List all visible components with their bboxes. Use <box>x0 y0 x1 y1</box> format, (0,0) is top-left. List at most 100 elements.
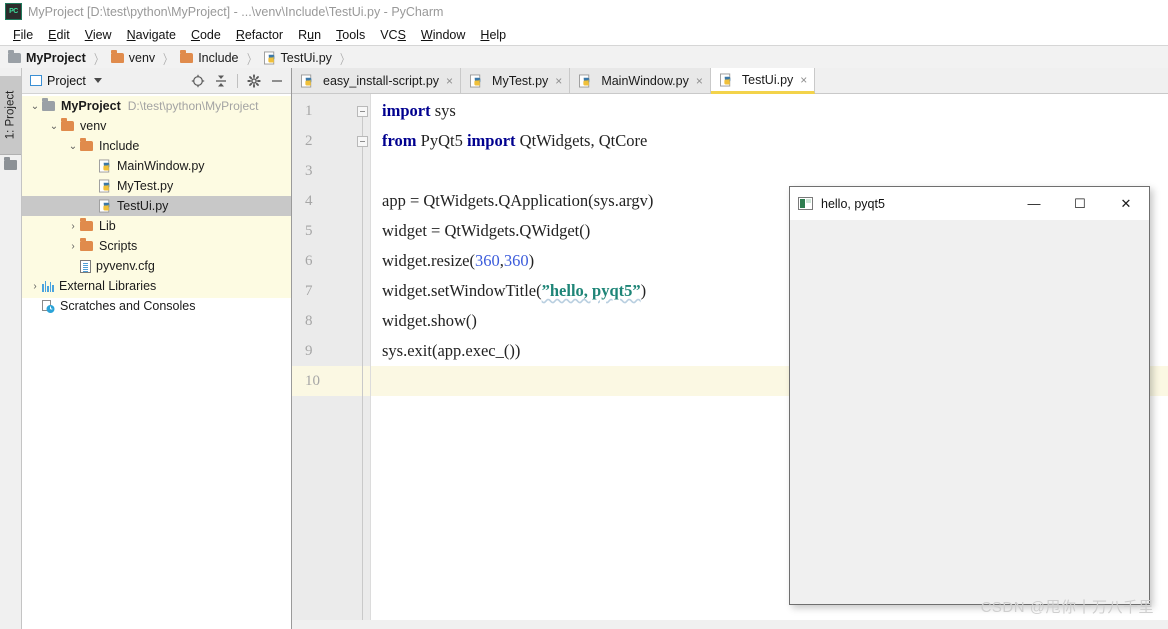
breadcrumb-label: venv <box>128 51 156 65</box>
collapse-glyph <box>216 75 226 86</box>
tree-node-label: venv <box>80 119 107 133</box>
python-file-icon <box>99 179 110 193</box>
folder-gray-icon <box>42 98 55 111</box>
config-file-icon <box>80 259 91 273</box>
breadcrumb-separator: 〉 <box>246 51 256 67</box>
pyqt-window-titlebar[interactable]: hello, pyqt5 — ☐ ✕ <box>790 187 1149 220</box>
project-tree: ⌄ MyProject D:\test\python\MyProject ⌄ venv ⌄… <box>22 94 291 629</box>
close-icon[interactable]: × <box>800 73 807 87</box>
close-icon[interactable]: × <box>446 74 453 88</box>
chevron-down-icon[interactable]: ⌄ <box>66 141 80 152</box>
close-icon[interactable]: × <box>696 74 703 88</box>
code-token: PyQt5 <box>416 131 467 150</box>
editor-tab-label: MainWindow.py <box>601 73 689 88</box>
folder-gray-icon <box>8 50 21 63</box>
code-token: widget.resize( <box>382 251 475 270</box>
tree-node-mytest-py[interactable]: ›MyTest.py <box>22 176 291 196</box>
tree-node-pyvenv-cfg[interactable]: ›pyvenv.cfg <box>22 256 291 276</box>
chevron-down-icon[interactable]: ⌄ <box>28 101 42 112</box>
keyword-token: import <box>382 101 431 120</box>
title-bar: PC MyProject [D:\test\python\MyProject] … <box>0 0 1168 24</box>
folder-orange-icon <box>61 118 74 131</box>
keyword-token: from <box>382 131 417 150</box>
editor-gutter[interactable]: 1 2 3 4 5 6 7 8 9 10 <box>292 94 371 629</box>
editor-tab-mainwindow-py[interactable]: MainWindow.py × <box>570 68 711 93</box>
python-file-icon <box>301 74 312 87</box>
collapse-all-icon[interactable] <box>211 71 231 91</box>
locate-icon[interactable] <box>188 71 208 91</box>
folder-orange-icon <box>80 138 93 151</box>
tree-node-mainwindow-py[interactable]: ›MainWindow.py <box>22 156 291 176</box>
python-file-icon <box>579 74 590 87</box>
tree-node-myproject[interactable]: ⌄ MyProject D:\test\python\MyProject <box>22 96 291 116</box>
breadcrumb-item-venv[interactable]: venv <box>110 50 156 65</box>
maximize-button[interactable]: ☐ <box>1057 187 1103 220</box>
settings-gear-icon[interactable] <box>244 71 264 91</box>
editor-tab-easy_install-script-py[interactable]: easy_install-script.py × <box>292 68 462 93</box>
menu-item-view[interactable]: View <box>78 27 120 43</box>
breadcrumb-item-testui-py[interactable]: TestUi.py <box>263 51 332 65</box>
tree-node-include[interactable]: ⌄ Include <box>22 136 291 156</box>
left-tool-strip: 1: Project <box>0 68 22 629</box>
project-window-icon <box>30 75 42 86</box>
editor-tab-label: easy_install-script.py <box>323 73 440 88</box>
tree-node-label: Scripts <box>99 239 138 253</box>
code-line-1: import sys <box>371 96 1168 126</box>
tree-node-testui-py[interactable]: ›TestUi.py <box>22 196 291 216</box>
menu-item-edit[interactable]: Edit <box>41 27 78 43</box>
code-token: sys.exit(app.exec_()) <box>382 341 521 360</box>
string-token: ”hello, pyqt5” <box>541 281 641 300</box>
menu-item-run[interactable]: Run <box>291 27 329 43</box>
code-token: widget.show() <box>382 311 477 330</box>
menu-item-refactor[interactable]: Refactor <box>229 27 291 43</box>
menu-item-file[interactable]: File <box>6 27 41 43</box>
breadcrumb-separator: 〉 <box>163 51 173 67</box>
horizontal-scrollbar[interactable] <box>292 620 1168 629</box>
menu-item-navigate[interactable]: Navigate <box>120 27 184 43</box>
menu-item-help[interactable]: Help <box>473 27 514 43</box>
breadcrumb-item-myproject[interactable]: MyProject <box>8 50 86 65</box>
chevron-down-icon[interactable]: ⌄ <box>47 121 61 132</box>
tree-node-label: Lib <box>99 219 116 233</box>
menu-item-tools[interactable]: Tools <box>329 27 373 43</box>
tree-node-lib[interactable]: › Lib <box>22 216 291 236</box>
close-button[interactable]: ✕ <box>1103 187 1149 220</box>
code-token: QtWidgets, QtCore <box>515 131 648 150</box>
fold-marker-line-2[interactable] <box>357 136 368 147</box>
breadcrumb-item-include[interactable]: Include <box>180 50 239 65</box>
number-token: 360 <box>475 251 500 270</box>
tree-node-label: Include <box>99 139 140 153</box>
chevron-right-icon[interactable]: › <box>28 281 42 292</box>
hide-panel-icon[interactable] <box>267 71 287 91</box>
breadcrumb-separator: 〉 <box>339 51 349 67</box>
chevron-right-icon[interactable]: › <box>66 221 80 232</box>
menu-item-vcs[interactable]: VCS <box>373 27 414 43</box>
menu-bar: File Edit View Navigate Code Refactor Run Tools… <box>0 24 1168 46</box>
editor-tab-mytest-py[interactable]: MyTest.py × <box>461 68 571 93</box>
chevron-right-icon[interactable]: › <box>66 241 80 252</box>
pyqt-app-window[interactable]: hello, pyqt5 — ☐ ✕ <box>789 186 1150 605</box>
folder-orange-icon <box>110 50 124 63</box>
project-title-group[interactable]: Project <box>30 74 102 88</box>
tree-node-venv[interactable]: ⌄ venv <box>22 116 291 136</box>
code-token: widget.setWindowTitle( <box>382 281 542 300</box>
editor-tab-testui-py[interactable]: TestUi.py × <box>710 68 816 94</box>
pyqt-window-body <box>790 220 1149 604</box>
project-panel-header: Project <box>22 68 291 94</box>
python-file-icon <box>99 159 110 173</box>
minimize-button[interactable]: — <box>1011 187 1057 220</box>
minimize-glyph <box>272 79 282 82</box>
menu-item-code[interactable]: Code <box>184 27 229 43</box>
tree-node-path: D:\test\python\MyProject <box>127 99 259 113</box>
menu-item-window[interactable]: Window <box>414 27 473 43</box>
breadcrumb-separator: 〉 <box>93 51 103 67</box>
window-title: MyProject [D:\test\python\MyProject] - .… <box>28 4 444 19</box>
tree-node-scratches-and-consoles[interactable]: ›Scratches and Consoles <box>22 296 291 316</box>
project-tree-nodes: ⌄ MyProject D:\test\python\MyProject ⌄ venv ⌄… <box>22 96 291 316</box>
tool-window-button-project[interactable]: 1: Project <box>0 76 21 155</box>
fold-marker-line-1[interactable] <box>357 106 368 117</box>
chevron-down-icon[interactable] <box>93 78 102 83</box>
tree-node-scripts[interactable]: › Scripts <box>22 236 291 256</box>
close-icon[interactable]: × <box>555 74 562 88</box>
tree-node-external-libraries[interactable]: › External Libraries <box>22 276 291 296</box>
